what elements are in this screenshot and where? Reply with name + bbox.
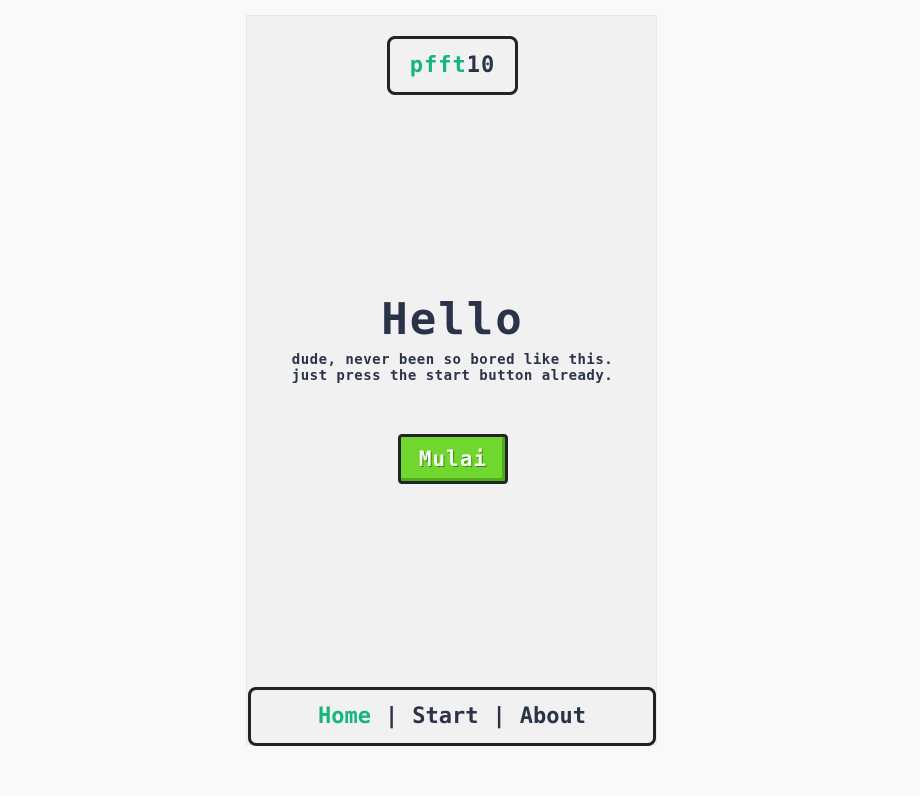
hero-description: dude, never been so bored like this. jus… [291, 352, 614, 384]
page-title: Hello [381, 294, 524, 345]
bottom-nav: Home | Start | About [248, 687, 656, 746]
hero: Hello dude, never been so bored like thi… [247, 294, 658, 385]
logo-accent-text: pfft [409, 53, 467, 78]
nav-item-about[interactable]: About [520, 704, 586, 729]
app-panel: pfft 10 Hello dude, never been so bored l… [246, 15, 658, 746]
logo-number-text: 10 [466, 53, 496, 78]
nav-separator: | [492, 704, 506, 729]
nav-item-home[interactable]: Home [318, 704, 371, 729]
start-button-label: Mulai [418, 447, 488, 471]
nav-separator: | [385, 704, 399, 729]
logo[interactable]: pfft 10 [387, 36, 518, 95]
start-button[interactable]: Mulai [398, 434, 508, 484]
nav-item-start[interactable]: Start [412, 704, 478, 729]
